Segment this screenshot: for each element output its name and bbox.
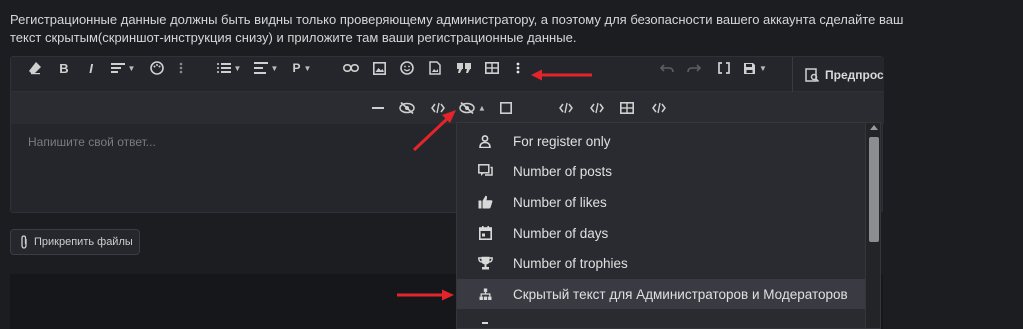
user-icon xyxy=(457,134,513,148)
editor-toolbar-main: B I ▼ ▼ ▼ P ▼ ▼ Предпрос xyxy=(11,57,884,92)
instruction-notice: Регистрационные данные должны быть видны… xyxy=(10,12,904,45)
paperclip-icon xyxy=(21,235,27,249)
more-options-icon[interactable] xyxy=(511,57,525,79)
square-icon[interactable] xyxy=(499,97,513,119)
paragraph-label: P xyxy=(292,61,301,75)
palette-icon[interactable] xyxy=(147,57,167,79)
link-icon[interactable] xyxy=(341,57,361,79)
dropdown-item-register-only[interactable]: For register only xyxy=(457,126,865,156)
thumbs-up-icon xyxy=(457,195,513,209)
scrollbar-thumb[interactable] xyxy=(869,137,879,242)
attach-files-label: Прикрепить файлы xyxy=(34,236,133,248)
reply-textarea[interactable]: Напишите свой ответ... xyxy=(28,135,156,149)
preview-icon xyxy=(805,67,819,82)
dropdown-item-label: For register only xyxy=(513,133,611,149)
comments-icon xyxy=(457,164,513,178)
dropdown-item-days[interactable]: Number of days xyxy=(457,218,865,248)
attach-files-button[interactable]: Прикрепить файлы xyxy=(10,229,140,255)
image-icon[interactable] xyxy=(369,57,389,79)
chevron-down-icon: ▼ xyxy=(233,63,242,73)
bbcode-toggle-icon[interactable] xyxy=(714,57,734,79)
preview-label: Предпросмотр xyxy=(825,67,884,82)
dropdown-item-partial[interactable] xyxy=(457,309,865,328)
trophy-icon xyxy=(457,256,513,270)
paragraph-format-button[interactable]: P ▼ xyxy=(288,57,316,79)
caret-up-icon: ▼ xyxy=(477,103,486,113)
table-icon[interactable] xyxy=(482,57,502,79)
smiley-icon[interactable] xyxy=(397,57,417,79)
dropdown-item-label: Number of days xyxy=(513,225,609,241)
chevron-down-icon: ▼ xyxy=(127,63,136,73)
chevron-down-icon: ▼ xyxy=(759,63,767,73)
dropdown-item-label: Number of likes xyxy=(513,194,607,210)
calendar-icon xyxy=(457,226,513,240)
dropdown-item-partial-icon xyxy=(457,322,513,326)
scroll-up-icon[interactable] xyxy=(870,125,878,130)
dropdown-item-likes[interactable]: Number of likes xyxy=(457,187,865,217)
annotation-arrow-icon xyxy=(397,289,454,301)
horizontal-rule-icon[interactable] xyxy=(370,97,386,119)
code-icon[interactable] xyxy=(556,97,576,119)
quote-icon[interactable] xyxy=(454,57,474,79)
hide-options-dropdown: For register only Number of posts Number… xyxy=(456,122,881,329)
dropdown-item-posts[interactable]: Number of posts xyxy=(457,156,865,186)
dropdown-item-label: Number of trophies xyxy=(513,255,628,271)
dropdown-item-label: Number of posts xyxy=(513,163,613,179)
code-icon[interactable] xyxy=(649,97,669,119)
bold-button[interactable]: B xyxy=(55,57,73,79)
undo-icon[interactable] xyxy=(657,57,677,79)
dropdown-scrollbar[interactable] xyxy=(865,123,880,328)
italic-button[interactable]: I xyxy=(82,57,100,79)
chevron-down-icon: ▼ xyxy=(270,63,279,73)
annotation-arrow-icon xyxy=(412,110,456,152)
sitemap-icon xyxy=(457,288,513,301)
eye-slash-icon xyxy=(458,102,475,114)
chevron-down-icon: ▼ xyxy=(303,63,312,73)
dropdown-item-label: Скрытый текст для Администраторов и Моде… xyxy=(513,286,848,302)
drafts-button[interactable]: ▼ xyxy=(739,57,771,79)
more-vertical-icon[interactable] xyxy=(175,57,187,79)
preview-button[interactable]: Предпросмотр xyxy=(792,57,884,92)
table-icon[interactable] xyxy=(617,97,637,119)
text-size-button[interactable]: ▼ xyxy=(108,57,138,79)
list-button[interactable]: ▼ xyxy=(214,57,244,79)
align-button[interactable]: ▼ xyxy=(251,57,281,79)
dropdown-item-admins-moderators[interactable]: Скрытый текст для Администраторов и Моде… xyxy=(457,279,865,309)
hide-content-button[interactable]: ▼ xyxy=(457,97,487,119)
redo-icon[interactable] xyxy=(684,57,704,79)
annotation-arrow-icon xyxy=(531,69,592,81)
dropdown-item-trophies[interactable]: Number of trophies xyxy=(457,248,865,278)
media-icon[interactable] xyxy=(425,57,445,79)
eraser-icon[interactable] xyxy=(25,57,45,79)
code-inline-icon[interactable] xyxy=(587,97,607,119)
